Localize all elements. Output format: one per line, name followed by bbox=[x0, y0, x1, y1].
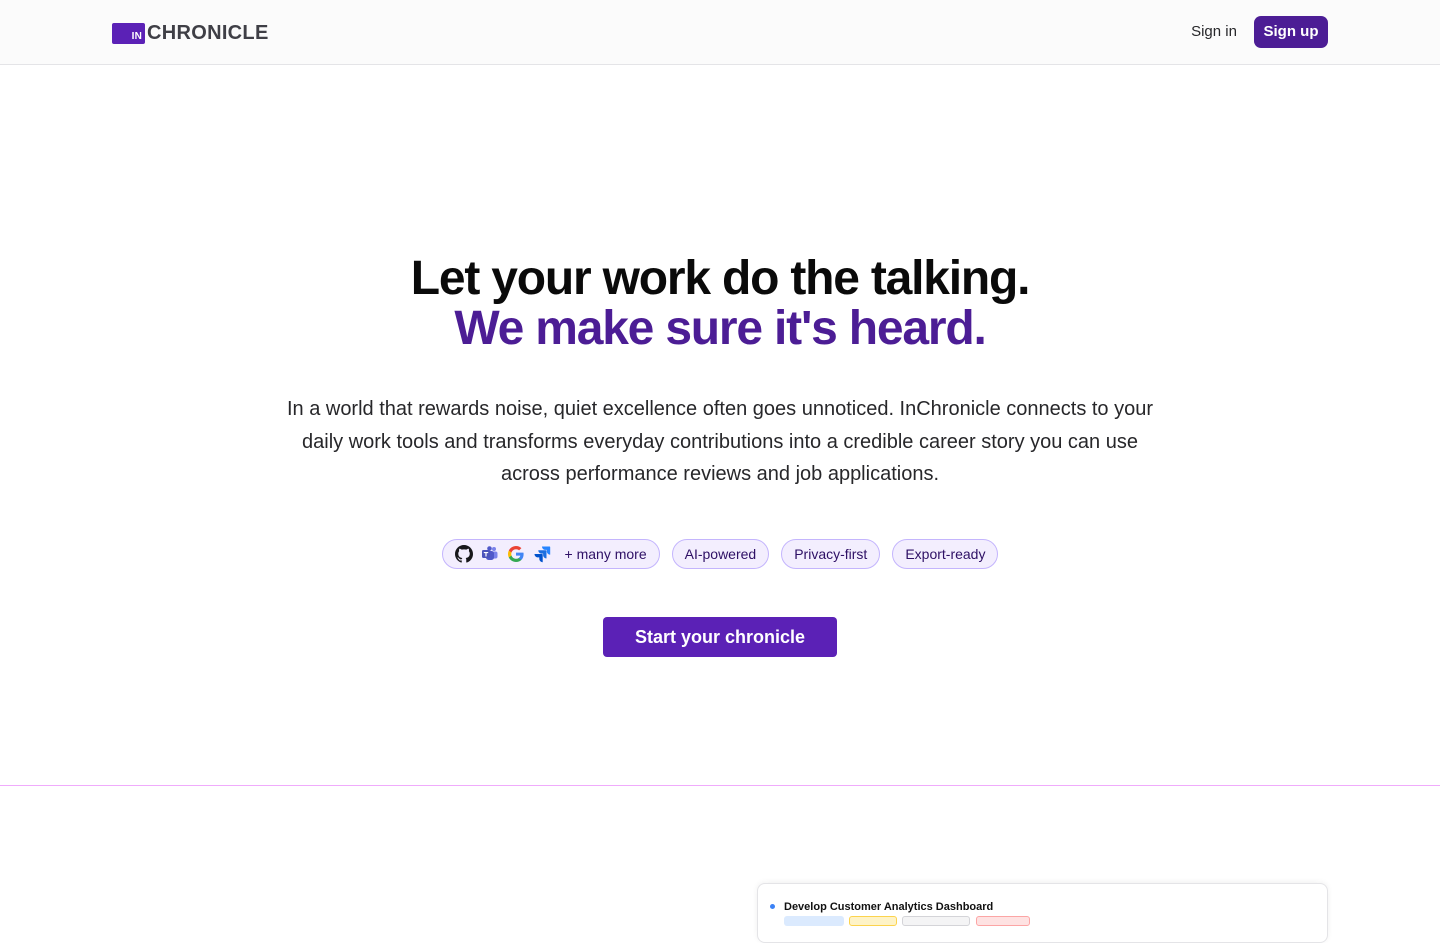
headline-line-2: We make sure it's heard. bbox=[454, 302, 987, 355]
sign-up-button[interactable]: Sign up bbox=[1254, 16, 1328, 48]
jira-icon bbox=[534, 546, 550, 563]
integrations-more-label: + many more bbox=[564, 546, 647, 562]
section-divider bbox=[0, 785, 1440, 786]
hero-headline: Let your work do the talking. We make su… bbox=[0, 254, 1440, 354]
hero-description: In a world that rewards noise, quiet exc… bbox=[286, 398, 1154, 485]
status-dot bbox=[770, 904, 775, 909]
badge-export-ready: Export-ready bbox=[892, 539, 999, 569]
preview-tag bbox=[849, 916, 897, 926]
logo-wordmark: CHRONICLE bbox=[147, 21, 269, 44]
badge-ai-powered: AI-powered bbox=[671, 539, 770, 569]
start-chronicle-button[interactable]: Start your chronicle bbox=[603, 617, 837, 657]
preview-tag bbox=[976, 916, 1030, 926]
sign-in-link[interactable]: Sign in bbox=[1180, 22, 1248, 42]
google-icon bbox=[507, 546, 524, 562]
github-icon bbox=[454, 545, 473, 563]
teams-icon bbox=[481, 546, 498, 560]
logo-mark: IN bbox=[112, 22, 145, 44]
site-header: IN CHRONICLE Sign in Sign up bbox=[0, 0, 1440, 65]
feature-chips: + many more AI-powered Privacy-first Exp… bbox=[0, 539, 1440, 569]
headline-line-1: Let your work do the talking. bbox=[410, 252, 1031, 305]
integration-icons bbox=[454, 545, 551, 563]
logo-mark-text: IN bbox=[131, 30, 142, 42]
preview-task-title: Develop Customer Analytics Dashboard bbox=[784, 901, 994, 913]
preview-tag bbox=[784, 916, 844, 926]
integrations-chip: + many more bbox=[441, 539, 660, 569]
dashboard-preview-card: Develop Customer Analytics Dashboard bbox=[757, 883, 1328, 943]
badge-privacy-first: Privacy-first bbox=[781, 539, 881, 569]
preview-tag bbox=[902, 916, 970, 926]
logo[interactable]: IN CHRONICLE bbox=[112, 22, 269, 44]
